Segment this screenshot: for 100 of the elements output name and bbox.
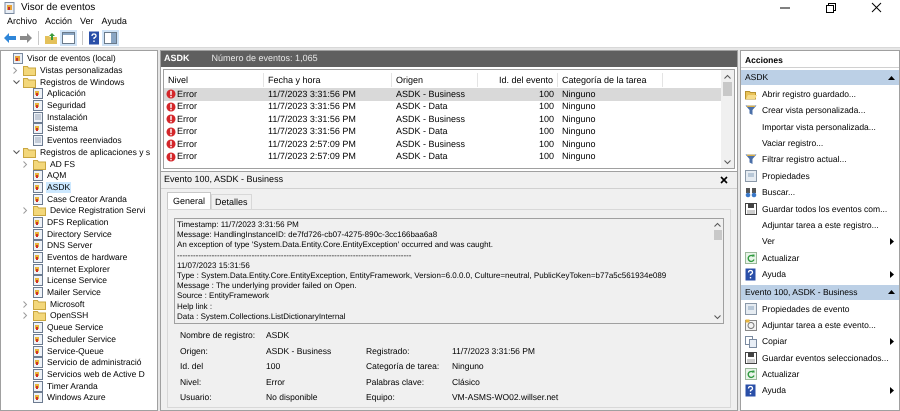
tab[interactable]: Detalles [211,194,252,209]
tree-item[interactable]: ASDK [46,182,72,193]
menu-item[interactable]: Ver [77,15,97,29]
menu-item[interactable]: Acción [42,15,76,29]
action-item[interactable]: Ver [741,234,899,250]
field-value: Ninguno [452,360,484,374]
field-value: No disponible [266,391,319,404]
message-line: ---------------------------------------------------------------------------------------- [177,250,412,261]
tree-item[interactable]: Directory Service [46,228,113,240]
table-cell-text: 100 [538,125,554,138]
table-row[interactable]: Error 11/7/2023 3:31:56 PM ASDK - Data 100 Ninguno [164,100,721,113]
refresh-icon [745,368,757,380]
tree-item[interactable]: Microsoft [49,298,86,310]
help-icon[interactable] [88,31,100,45]
message-line: Message : The underlying provider failed on Open. [177,281,357,292]
close-icon[interactable] [720,176,728,184]
action-item[interactable]: Propiedades [741,168,899,184]
scroll-down-icon[interactable] [724,160,731,165]
log-icon [33,322,43,334]
tree-item[interactable]: OpenSSH [49,310,90,322]
tree-item[interactable]: Queue Service [46,322,104,334]
column-header[interactable]: Id. del evento [478,73,558,87]
tree-item[interactable]: Scheduler Service [46,334,117,345]
tree-item[interactable]: DNS Server [46,240,94,252]
action-item[interactable]: Adjuntar tarea a este evento... [741,317,899,334]
tree-item[interactable]: Visor de eventos (local) [26,53,117,64]
action-item[interactable]: Importar vista personalizada... [741,118,899,136]
log-icon [33,194,43,205]
tree-item[interactable]: Case Creator Aranda [46,194,128,205]
tree-item[interactable]: Windows Azure [46,392,107,404]
action-item[interactable]: Propiedades de evento [741,300,899,318]
section-header[interactable]: Evento 100, ASDK - Business [741,284,899,300]
section-title: Evento 100, ASDK - Business [745,286,858,299]
action-item[interactable]: Ayuda [741,266,899,283]
pane-icon[interactable] [60,30,77,46]
tree-item[interactable]: Aplicación [46,88,87,100]
tree-item[interactable]: Eventos de hardware [46,252,128,264]
menu-item[interactable]: Archivo [4,15,40,29]
tree-item[interactable]: Internet Explorer [46,264,111,275]
scroll-up-icon[interactable] [724,74,731,79]
pane-icon[interactable] [102,30,119,46]
section-header[interactable]: ASDK [741,70,899,85]
action-item[interactable]: Buscar... [741,184,899,201]
action-item[interactable]: Copiar [741,333,899,350]
table-cell: Ninguno [562,101,596,111]
action-item[interactable]: Guardar todos los eventos com... [741,200,899,218]
tree-item[interactable]: Instalación [46,112,89,123]
forward-icon[interactable] [19,32,33,44]
action-item[interactable]: Actualizar [741,366,899,383]
table-row[interactable]: Error 11/7/2023 3:31:56 PM ASDK - Business 100 Ninguno [164,88,721,100]
tree-item[interactable]: Eventos reenviados [46,135,123,146]
scroll-thumb[interactable] [714,230,722,240]
action-item[interactable]: Crear vista personalizada... [741,102,899,119]
table-cell: ASDK - Business [396,114,466,124]
action-item[interactable]: Filtrar registro actual... [741,152,899,168]
table-cell: ASDK - Data [396,151,448,161]
tree-item[interactable]: Timer Aranda [46,380,99,392]
viewer-icon [13,53,23,64]
tree-item[interactable]: Service-Queue [46,346,105,357]
tree-item[interactable]: Servicios web de Active D [46,368,146,380]
scroll-thumb[interactable] [723,82,732,96]
scroll-up-icon[interactable] [714,222,721,227]
action-item[interactable]: Abrir registro guardado... [741,86,899,102]
tree-item[interactable]: Mailer Service [46,287,102,298]
collapse-icon[interactable] [888,76,895,80]
field-value: ASDK - Business [266,344,332,358]
action-item[interactable]: Ayuda [741,382,899,400]
folder-up-icon[interactable] [44,32,58,44]
tree-item[interactable]: Sistema [46,123,79,134]
scrollbar[interactable] [721,70,734,168]
event-count: Número de eventos: 1,065 [212,52,318,66]
tree-item[interactable]: DFS Replication [46,216,110,228]
tree-item[interactable]: Device Registration Servi [49,205,146,216]
action-item[interactable]: Adjuntar tarea a este registro... [741,217,899,234]
back-icon[interactable] [3,32,17,44]
column-header[interactable]: Fecha y hora [264,73,392,87]
binoculars-icon [745,187,757,198]
menu-item[interactable]: Ayuda [98,15,130,29]
tree-item[interactable]: Seguridad [46,100,87,112]
action-item[interactable]: Vaciar registro... [741,135,899,152]
tab[interactable]: General [167,192,212,209]
column-header[interactable]: Origen [392,73,478,87]
error-icon [166,126,176,137]
tree-item[interactable]: Servicio de administració [46,357,142,368]
column-header[interactable]: Nivel [164,73,264,87]
tree-item[interactable]: Registros de aplicaciones y s [39,146,152,158]
table-cell-text: Error [177,125,197,138]
tree-item[interactable]: License Service [46,275,108,286]
table-cell: 11/7/2023 3:31:56 PM [268,126,356,136]
column-header[interactable]: Categoría de la tarea [558,73,663,87]
action-item[interactable]: Actualizar [741,250,899,266]
tree-item[interactable]: Registros de Windows [39,76,126,88]
collapse-icon[interactable] [888,290,895,294]
table-cell: Ninguno [562,126,596,136]
tree-item[interactable]: Vistas personalizadas [39,65,124,76]
scroll-down-icon[interactable] [714,315,721,320]
tree-item[interactable]: AD FS [49,158,76,170]
tree-item[interactable]: AQM [46,170,68,182]
table-cell-text: 100 [538,88,554,100]
action-item[interactable]: Guardar eventos seleccionados... [741,350,899,366]
